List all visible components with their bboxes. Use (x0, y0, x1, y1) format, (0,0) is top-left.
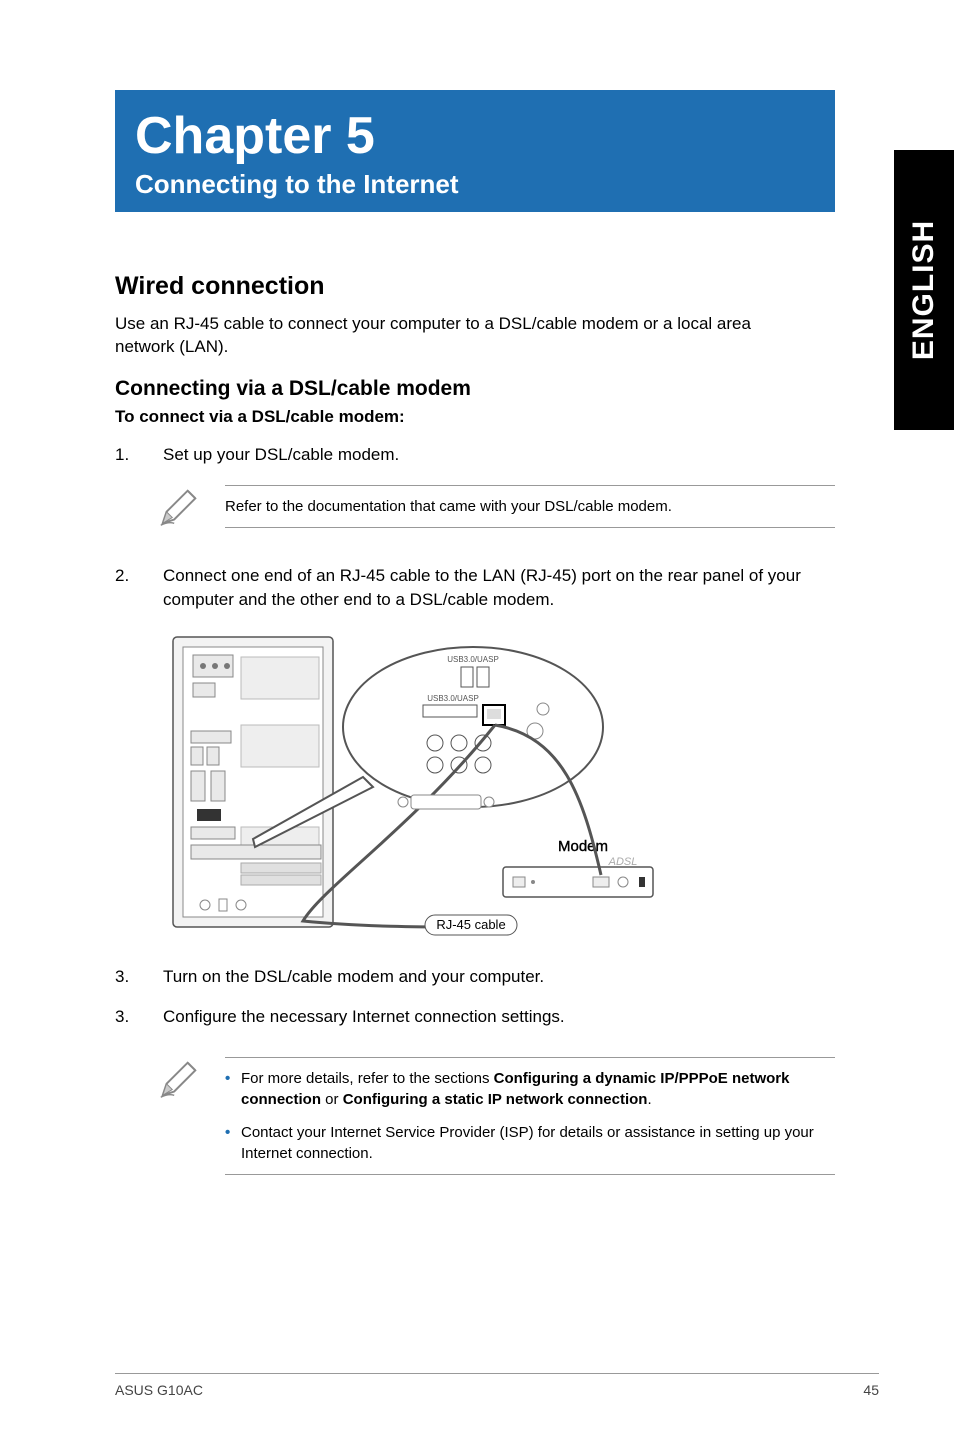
step-2: 2. Connect one end of an RJ-45 cable to … (115, 564, 815, 612)
section-heading-wired: Wired connection (115, 272, 879, 301)
step-number: 2. (115, 564, 163, 612)
step-1: 1. Set up your DSL/cable modem. (115, 443, 815, 467)
chapter-subtitle: Connecting to the Internet (135, 169, 815, 200)
footer-model: ASUS G10AC (115, 1382, 203, 1398)
svg-text:USB3.0/UASP: USB3.0/UASP (447, 655, 499, 664)
note-text: Refer to the documentation that came wit… (225, 485, 835, 528)
section-heading-dsl: Connecting via a DSL/cable modem (115, 377, 879, 401)
step-3: 3. Turn on the DSL/cable modem and your … (115, 965, 815, 989)
note-bullet-1: For more details, refer to the sections … (225, 1068, 835, 1110)
step-4: 3. Configure the necessary Internet conn… (115, 1005, 815, 1029)
note-bullet-2: Contact your Internet Service Provider (… (225, 1122, 835, 1164)
svg-text:Modem: Modem (558, 838, 608, 855)
step-text: Set up your DSL/cable modem. (163, 443, 399, 467)
chapter-title: Chapter 5 (135, 108, 815, 165)
note-block-1: Refer to the documentation that came wit… (155, 485, 835, 536)
cable-label: RJ-45 cable (436, 917, 505, 932)
adsl-label: ADSL (608, 856, 638, 868)
note-text: For more details, refer to the sections … (225, 1057, 835, 1175)
step-text: Turn on the DSL/cable modem and your com… (163, 965, 544, 989)
step-text: Connect one end of an RJ-45 cable to the… (163, 564, 815, 612)
pencil-icon (155, 483, 205, 536)
page-footer: ASUS G10AC 45 (115, 1373, 879, 1398)
footer-page-number: 45 (863, 1382, 879, 1398)
chapter-banner: Chapter 5 Connecting to the Internet (115, 90, 835, 212)
svg-text:USB3.0/UASP: USB3.0/UASP (427, 694, 479, 703)
note-block-2: For more details, refer to the sections … (155, 1057, 835, 1175)
connection-diagram: USB3.0/UASP USB3.0/UASP AD (163, 627, 663, 937)
step-text: Configure the necessary Internet connect… (163, 1005, 565, 1029)
pencil-icon (155, 1055, 205, 1108)
step-number: 3. (115, 1005, 163, 1029)
step-number: 1. (115, 443, 163, 467)
step-number: 3. (115, 965, 163, 989)
section-subheading-dsl: To connect via a DSL/cable modem: (115, 407, 879, 427)
intro-text: Use an RJ-45 cable to connect your compu… (115, 313, 815, 359)
page-content: Chapter 5 Connecting to the Internet Wir… (0, 0, 954, 1438)
